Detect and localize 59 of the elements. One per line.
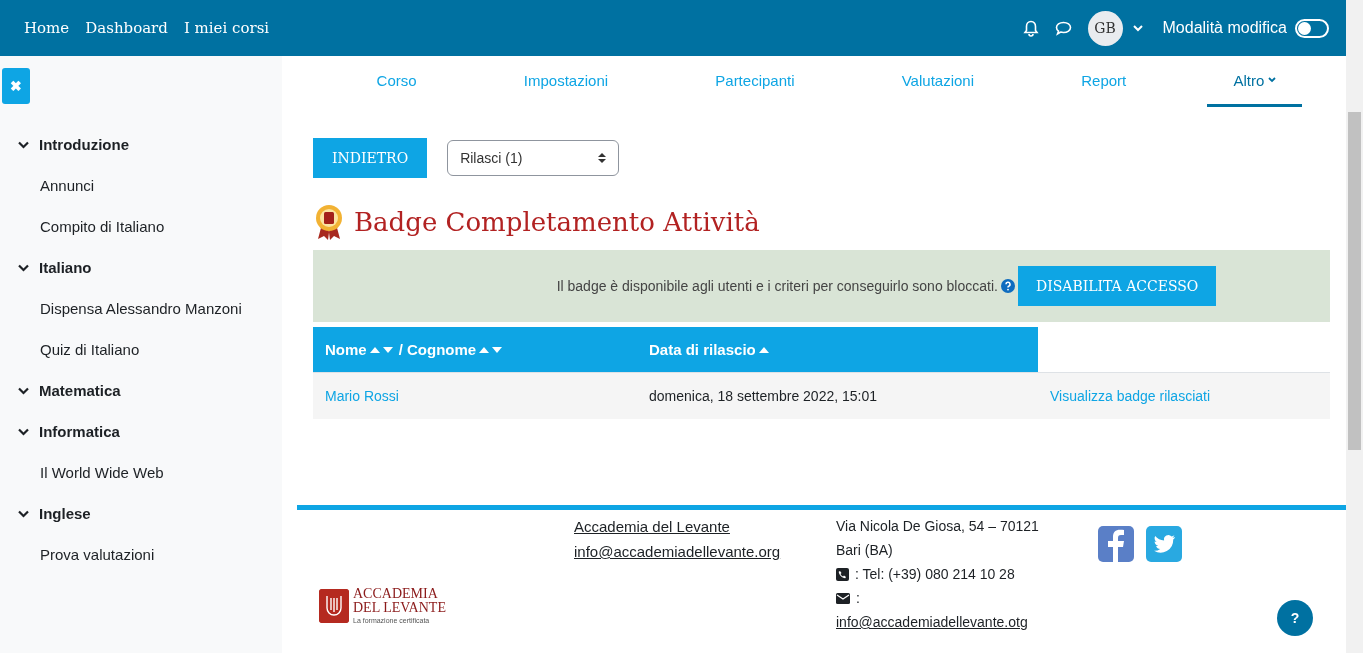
nav-tab[interactable]: Impostazioni	[497, 56, 635, 107]
section-header[interactable]: Italiano	[0, 247, 282, 288]
section-header[interactable]: Informatica	[0, 411, 282, 452]
footer-link[interactable]: Accademia del Levante	[574, 518, 836, 535]
page-title: Badge Completamento Attività	[354, 207, 760, 237]
nav-link[interactable]: Home	[24, 19, 70, 37]
medal-icon	[313, 204, 345, 240]
sort-up-icon[interactable]	[369, 346, 380, 353]
chevron-icon[interactable]	[18, 263, 29, 272]
email-label: :	[856, 589, 860, 608]
chevron-icon[interactable]	[18, 509, 29, 518]
edit-mode-label: Modalità modifica	[1162, 19, 1287, 37]
sort-up-icon[interactable]	[758, 346, 769, 353]
sidebar-item[interactable]: Il World Wide Web	[0, 452, 282, 493]
scrollbar[interactable]	[1346, 0, 1363, 653]
nav-link[interactable]: I miei corsi	[183, 19, 270, 37]
bell-icon[interactable]	[1022, 19, 1039, 37]
phone-icon	[836, 567, 849, 581]
help-button[interactable]: ?	[1277, 600, 1313, 636]
table-cell: domenica, 18 settembre 2022, 15:01	[649, 388, 878, 404]
sidebar-item[interactable]: Annunci	[0, 165, 282, 206]
section-header[interactable]: Introduzione	[0, 124, 282, 165]
envelope-icon	[836, 592, 850, 604]
status-message: Il badge è disponibile agli utenti e i criteri per conseguirlo sono bloccati.	[556, 278, 998, 294]
sidebar-item[interactable]: Dispensa Alessandro Manzoni	[0, 288, 282, 329]
sort-caret-icon	[598, 152, 607, 164]
logo-text: DEL LEVANTE	[353, 601, 446, 615]
sidebar-item[interactable]: Compito di Italiano	[0, 206, 282, 247]
report-select[interactable]: Rilasci (1)	[447, 140, 620, 176]
nav-tab[interactable]: Corso	[350, 56, 443, 107]
logo-text: ACCADEMIA	[353, 587, 439, 601]
sort-down-icon[interactable]	[492, 346, 503, 353]
footer-email-link[interactable]: info@accademiadellevante.otg	[836, 610, 1098, 634]
address-text: Via Nicola De Giosa, 54 – 70121	[836, 517, 1040, 536]
address-text: Bari (BA)	[836, 541, 894, 560]
caret-icon[interactable]	[1132, 24, 1143, 32]
phone-text: : Tel: (+39) 080 214 10 28	[855, 565, 1015, 584]
chevron-icon[interactable]	[18, 140, 29, 149]
user-avatar[interactable]: GB	[1087, 10, 1123, 46]
section-header[interactable]: Inglese	[0, 493, 282, 534]
sort-down-icon[interactable]	[382, 346, 393, 353]
edit-mode-toggle[interactable]	[1295, 18, 1329, 38]
twitter-icon[interactable]	[1146, 526, 1182, 562]
nav-tab[interactable]: Altro	[1207, 56, 1303, 107]
nav-link[interactable]: Dashboard	[85, 19, 168, 37]
nav-tab[interactable]: Report	[1055, 56, 1153, 107]
chat-icon[interactable]	[1054, 20, 1072, 36]
footer-link[interactable]: info@accademiadellevante.org	[574, 543, 836, 560]
nav-tab[interactable]: Valutazioni	[875, 56, 1000, 107]
sidebar-item[interactable]: Quiz di Italiano	[0, 329, 282, 370]
facebook-icon[interactable]	[1098, 526, 1134, 562]
chevron-icon[interactable]	[18, 427, 29, 436]
section-header[interactable]: Matematica	[0, 370, 282, 411]
chevron-icon[interactable]	[18, 386, 29, 395]
nav-tab[interactable]: Partecipanti	[689, 56, 821, 107]
help-icon[interactable]	[1000, 279, 1015, 293]
logo-emblem-icon	[319, 588, 349, 623]
sort-up-icon[interactable]	[479, 346, 490, 353]
sidebar-item[interactable]: Prova valutazioni	[0, 534, 282, 575]
